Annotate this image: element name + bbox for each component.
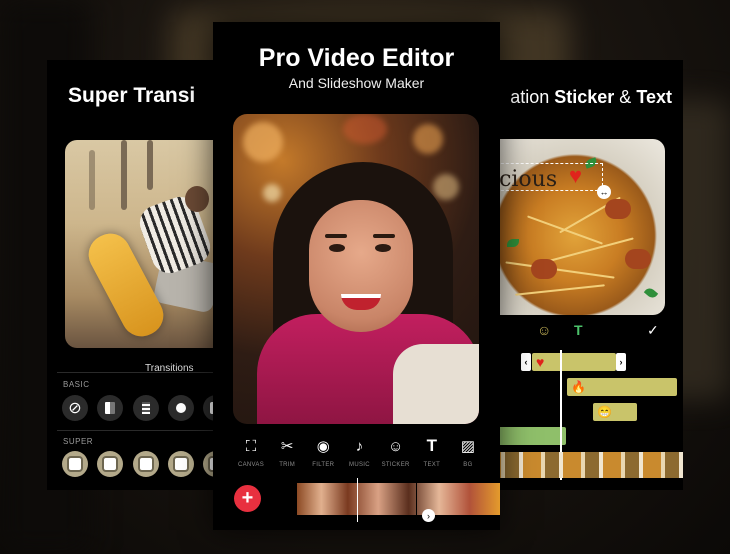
basic-section-label: BASIC: [63, 380, 90, 389]
canvas-icon: ⛶: [245, 437, 257, 455]
fire-sticker-track[interactable]: 🔥: [567, 378, 677, 396]
scissors-icon: ✂: [280, 438, 294, 455]
heart-sticker-icon[interactable]: ♥: [569, 163, 582, 189]
resize-handle-icon[interactable]: ↔: [597, 185, 611, 199]
tool-music[interactable]: ♪ MUSIC: [341, 436, 377, 486]
video-filmstrip[interactable]: [483, 452, 683, 478]
transition-circle-button[interactable]: [168, 395, 194, 421]
tool-label: MUSIC: [349, 462, 370, 468]
smile-track-icon: 😁: [597, 405, 612, 419]
music-note-icon: ♪: [355, 437, 364, 455]
track-trim-left-handle[interactable]: ‹: [521, 353, 531, 371]
playhead[interactable]: [357, 478, 358, 522]
super-transition-icon: [69, 458, 81, 470]
transition-arrow-icon[interactable]: ›: [422, 509, 435, 522]
tool-filter[interactable]: ◉ FILTER: [305, 436, 341, 486]
screen-subtitle: And Slideshow Maker: [288, 75, 425, 91]
tool-canvas[interactable]: ⛶ CANVAS: [233, 436, 269, 486]
super-transition-button[interactable]: [97, 451, 123, 477]
biryani-photo: licious ♥ ↔: [485, 139, 665, 315]
tool-label: TEXT: [423, 462, 441, 468]
tool-bg[interactable]: ▨ BG: [450, 436, 486, 486]
editor-toolbar: ⛶ CANVAS ✂ TRIM ◉ FILTER ♪ MUSIC ☺ STICK…: [233, 436, 486, 486]
checkmark-icon[interactable]: ✓: [647, 322, 659, 339]
tool-label: TRIM: [279, 462, 296, 468]
tool-label: BG: [463, 462, 473, 468]
portrait-preview[interactable]: [233, 114, 479, 424]
screen-title: ation Sticker & Text: [510, 87, 672, 108]
circle-icon: [176, 403, 186, 413]
smile-sticker-track[interactable]: 😁: [593, 403, 637, 421]
emoji-sticker-icon[interactable]: ☺: [537, 322, 551, 338]
super-section-label: SUPER: [63, 437, 94, 446]
heart-sticker-track[interactable]: ♥: [532, 353, 616, 371]
track-trim-right-handle[interactable]: ›: [616, 353, 626, 371]
heart-track-icon: ♥: [536, 354, 545, 370]
filter-icon: ◉: [316, 438, 330, 455]
background-pattern-icon: ▨: [460, 438, 476, 455]
super-transition-icon: [140, 458, 152, 470]
title-sticker: Sticker: [554, 87, 615, 107]
title-amp: &: [614, 87, 637, 107]
smiley-icon: ☺: [387, 437, 404, 455]
tool-text[interactable]: T TEXT: [414, 436, 450, 486]
clip-filmstrip[interactable]: [297, 483, 500, 515]
tool-trim[interactable]: ✂ TRIM: [269, 436, 305, 486]
tool-label: FILTER: [312, 462, 335, 468]
title-text: Text: [636, 87, 672, 107]
super-transition-button[interactable]: [133, 451, 159, 477]
skateboarder-photo: [65, 140, 235, 348]
transition-dissolve-button[interactable]: [133, 395, 159, 421]
tool-label: CANVAS: [237, 462, 265, 468]
tool-sticker[interactable]: ☺ STICKER: [378, 436, 414, 486]
sticker-text-screen: ation Sticker & Text licious ♥ ↔ ☺ T ✓ ‹…: [483, 60, 683, 490]
fire-track-icon: 🔥: [571, 380, 586, 394]
tool-label: STICKER: [381, 462, 410, 468]
transition-fade-button[interactable]: [97, 395, 123, 421]
no-transition-icon: ⊘: [68, 400, 82, 417]
editor-screen: Pro Video Editor And Slideshow Maker ⛶ C…: [213, 22, 500, 530]
transition-none-button[interactable]: ⊘: [62, 395, 88, 421]
fade-icon: [105, 402, 115, 414]
screen-title: Super Transi: [68, 84, 196, 107]
super-transition-button[interactable]: [168, 451, 194, 477]
text-tool-icon[interactable]: T: [574, 322, 583, 338]
super-transition-icon: [104, 458, 116, 470]
super-transition-button[interactable]: [62, 451, 88, 477]
add-clip-button[interactable]: +: [234, 485, 261, 512]
text-icon: T: [426, 436, 437, 455]
super-transition-icon: [175, 458, 187, 470]
dissolve-icon: [142, 402, 150, 414]
screen-title: Pro Video Editor: [258, 44, 455, 72]
title-prefix: ation: [510, 87, 555, 107]
